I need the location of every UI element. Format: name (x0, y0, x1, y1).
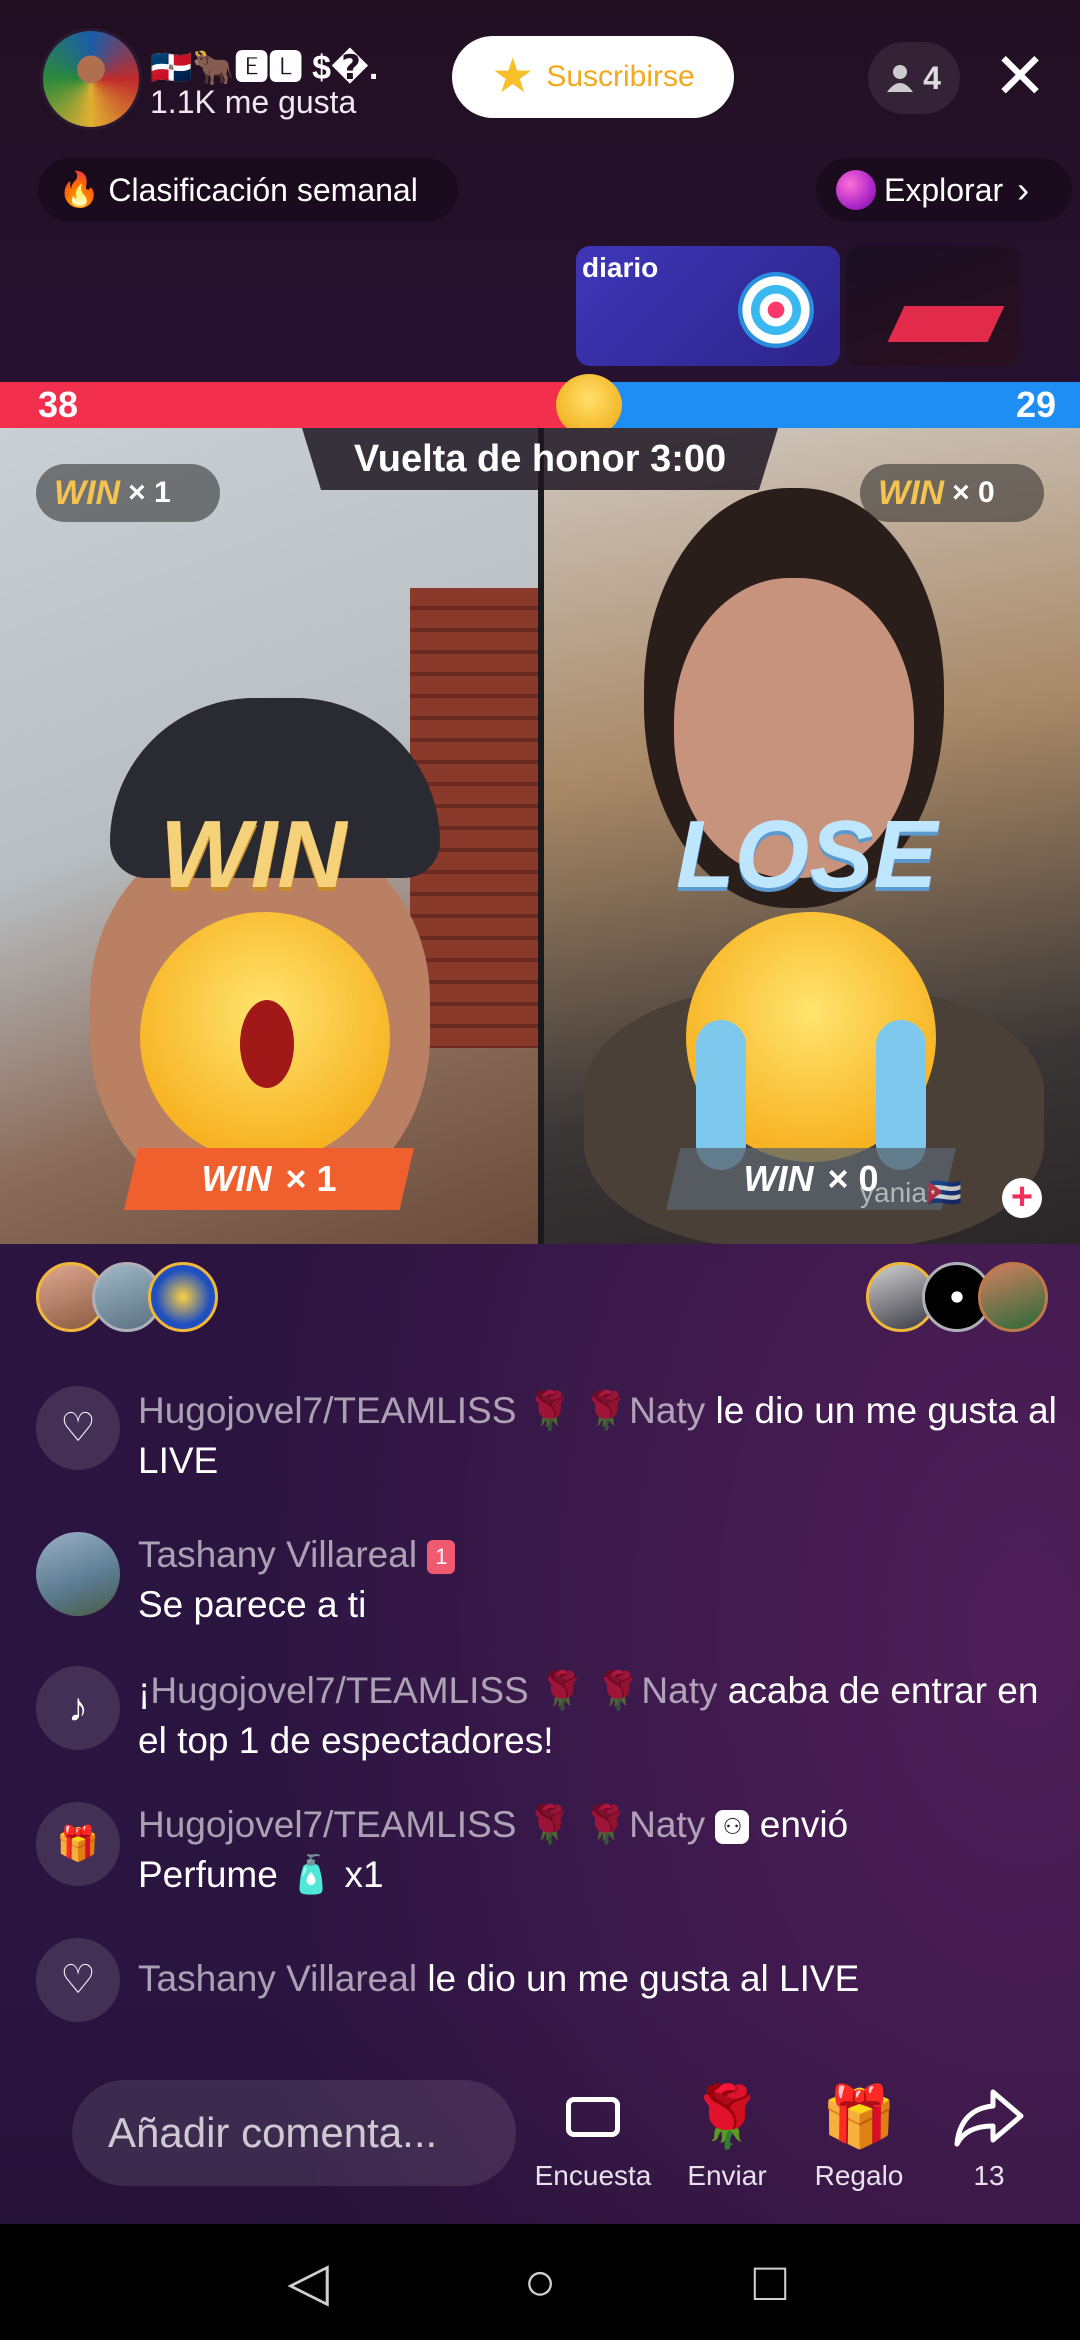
target-icon (738, 272, 814, 348)
chat-body: le dio un me gusta al LIVE (427, 1958, 860, 1999)
win-counter-right: WIN × 0 (860, 464, 1044, 522)
host-name[interactable]: 🇩🇴🐂🅴🅻 $�. (150, 40, 378, 89)
group-icon: ⚇ (715, 1810, 750, 1845)
chevron-right-icon: › (1017, 169, 1030, 210)
person-icon (887, 65, 914, 92)
gift-label: Regalo (814, 2160, 904, 2191)
host-avatar[interactable] (40, 28, 142, 130)
battle-timer: Vuelta de honor 3:00 (353, 438, 727, 480)
home-icon[interactable]: ○ (510, 2252, 570, 2312)
chat-prefix: ¡ (138, 1670, 151, 1711)
perfume-gift-icon: 🧴 (288, 1854, 335, 1895)
result-win-label: WIN (160, 801, 347, 908)
chat-body: Se parece a ti (138, 1584, 367, 1625)
chat-username[interactable]: Hugojovel7/TEAMLISS 🌹 🌹Naty (150, 1670, 717, 1711)
chat-username[interactable]: Tashany Villareal (138, 1958, 417, 1999)
score-bar-blue (590, 382, 1080, 428)
gift-name: Perfume (138, 1854, 278, 1895)
promo-banner-2[interactable] (846, 246, 1020, 366)
tear-left (696, 1020, 746, 1170)
rose-icon: 🌹 (689, 2083, 765, 2150)
host-likes: 1.1K me gusta (150, 84, 357, 120)
rank-badge: 1 (427, 1540, 456, 1575)
poll-icon (566, 2097, 620, 2137)
heart-icon: ♡ (36, 1938, 120, 2022)
back-icon[interactable]: ◁ (278, 2252, 338, 2312)
send-rose-button[interactable]: 🌹 Enviar (662, 2082, 792, 2192)
promo-graphic (887, 306, 1005, 342)
score-right: 29 (1015, 384, 1056, 425)
share-button[interactable]: 13 (924, 2082, 1054, 2192)
chat-message: 🎁 Hugojovel7/TEAMLISS 🌹 🌹Naty ⚇ envió Pe… (36, 1800, 1046, 1900)
chat-message: ♡ Hugojovel7/TEAMLISS 🌹 🌹Naty le dio un … (36, 1386, 1057, 1486)
chat-text: ¡Hugojovel7/TEAMLISS 🌹 🌹Naty acaba de en… (138, 1666, 1058, 1766)
bottom-win-banner-left: WIN × 1 (124, 1148, 414, 1210)
comment-input[interactable]: Añadir comenta... (72, 2080, 516, 2186)
win-word: WIN (878, 473, 945, 512)
chat-message: Tashany Villareal 1 Se parece a ti (36, 1530, 1046, 1630)
win-count: × 1 (128, 476, 171, 509)
daily-promo-banner[interactable]: diario (576, 246, 840, 366)
win-count: × 1 (285, 1158, 337, 1199)
win-word: WIN (54, 473, 121, 512)
promo-label: diario (582, 252, 659, 283)
tiktok-icon: ♪ (36, 1666, 120, 1750)
chat-text: Hugojovel7/TEAMLISS 🌹 🌹Naty ⚇ envió Perf… (138, 1800, 1058, 1900)
win-word: WIN (201, 1158, 272, 1199)
explore-label: Explorar (884, 171, 1004, 208)
score-left: 38 (38, 384, 79, 425)
chat-username[interactable]: Hugojovel7/TEAMLISS 🌹 🌹Naty (138, 1804, 705, 1845)
weekly-ranking-label: Clasificación semanal (108, 171, 418, 208)
explore-button[interactable]: Explorar › (816, 158, 1072, 222)
send-label: Enviar (687, 2160, 767, 2191)
tear-right (876, 1020, 926, 1170)
gift-icon: 🎁 (821, 2083, 897, 2150)
supporter-avatar[interactable] (978, 1262, 1048, 1332)
chat-message: ♡ Tashany Villareal le dio un me gusta a… (36, 1938, 1046, 2022)
subscribe-label: Suscribirse (546, 60, 695, 93)
gift-qty: x1 (344, 1854, 384, 1895)
flame-icon: 🔥 (58, 171, 101, 209)
chat-username[interactable]: Tashany Villareal (138, 1534, 417, 1575)
viewer-count: 4 (923, 59, 941, 96)
chat-text: Hugojovel7/TEAMLISS 🌹 🌹Naty le dio un me… (138, 1386, 1058, 1486)
supporter-avatar[interactable] (148, 1262, 218, 1332)
gift-icon: 🎁 (36, 1802, 120, 1886)
user-avatar[interactable] (36, 1532, 120, 1616)
win-count: × 0 (952, 476, 995, 509)
recents-icon[interactable]: □ (740, 2252, 800, 2312)
sad-emoji-icon (556, 374, 622, 436)
star-icon: ★ (491, 50, 535, 103)
close-icon[interactable]: ✕ (990, 40, 1050, 112)
win-word: WIN (743, 1158, 814, 1199)
shocked-emoji-mouth (240, 1000, 294, 1088)
share-icon (924, 2082, 1054, 2152)
chat-body: envió (759, 1804, 849, 1845)
follow-plus-icon[interactable]: + (1002, 1178, 1042, 1218)
win-counter-left: WIN × 1 (36, 464, 220, 522)
heart-icon: ♡ (36, 1386, 120, 1470)
planet-icon (836, 170, 876, 210)
chat-message: ♪ ¡Hugojovel7/TEAMLISS 🌹 🌹Naty acaba de … (36, 1666, 1046, 1766)
weekly-ranking-button[interactable]: 🔥 Clasificación semanal (38, 158, 458, 222)
chat-text: Tashany Villareal 1 Se parece a ti (138, 1530, 1058, 1630)
score-bar-red (0, 382, 590, 428)
result-lose-label: LOSE (676, 801, 938, 908)
share-count: 13 (973, 2160, 1005, 2191)
guest-name[interactable]: yania🇨🇺 (860, 1176, 962, 1209)
chat-username[interactable]: Hugojovel7/TEAMLISS 🌹 🌹Naty (138, 1390, 705, 1431)
gift-button[interactable]: 🎁 Regalo (794, 2082, 924, 2192)
poll-label: Encuesta (534, 2160, 652, 2191)
chat-text: Tashany Villareal le dio un me gusta al … (138, 1954, 1058, 2004)
poll-button[interactable]: Encuesta (528, 2082, 658, 2192)
subscribe-button[interactable]: ★ Suscribirse (452, 36, 734, 118)
viewer-count-button[interactable]: 4 (868, 42, 960, 114)
